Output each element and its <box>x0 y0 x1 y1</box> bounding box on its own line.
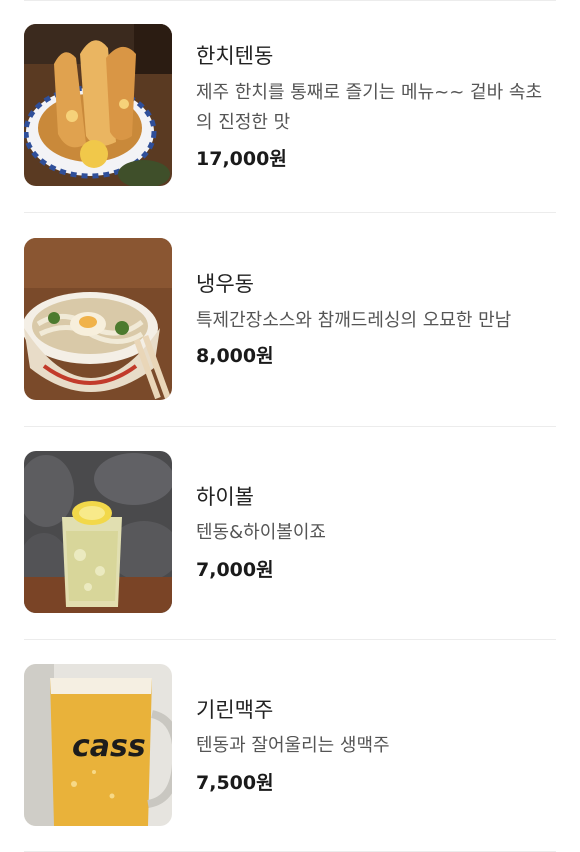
item-description: 텐동&하이볼이죠 <box>196 522 326 543</box>
highball-photo <box>24 451 172 613</box>
item-name: 한치텐동 <box>196 44 274 68</box>
cold-udon-photo <box>24 238 172 400</box>
item-description: 제주 한치를 통째로 즐기는 메뉴~~ 겉바 속초의 진정한 맛 <box>196 82 543 133</box>
menu-item-hanchi-tendon[interactable]: 한치텐동 제주 한치를 통째로 즐기는 메뉴~~ 겉바 속초의 진정한 맛 17… <box>0 0 580 212</box>
item-description: 특제간장소스와 참깨드레싱의 오묘한 만남 <box>196 310 512 331</box>
item-name: 하이볼 <box>196 485 254 509</box>
tendon-photo <box>24 24 172 186</box>
beer-photo: cass <box>24 664 172 826</box>
svg-text:cass: cass <box>72 729 146 764</box>
item-name: 기린맥주 <box>196 698 274 722</box>
menu-list: 한치텐동 제주 한치를 통째로 즐기는 메뉴~~ 겉바 속초의 진정한 맛 17… <box>0 0 580 852</box>
item-name: 냉우동 <box>196 272 254 296</box>
item-description: 텐동과 잘어울리는 생맥주 <box>196 735 390 756</box>
item-price: 8,000원 <box>196 345 274 367</box>
menu-item-highball[interactable]: 하이볼 텐동&하이볼이죠 7,000원 <box>0 427 580 639</box>
item-price: 7,500원 <box>196 772 274 794</box>
menu-item-cold-udon[interactable]: 냉우동 특제간장소스와 참깨드레싱의 오묘한 만남 8,000원 <box>0 213 580 425</box>
menu-item-kirin-beer[interactable]: cass 기린맥주 텐동과 잘어울리는 생맥주 7,500원 <box>0 640 580 852</box>
item-price: 17,000원 <box>196 148 287 170</box>
item-price: 7,000원 <box>196 559 274 581</box>
